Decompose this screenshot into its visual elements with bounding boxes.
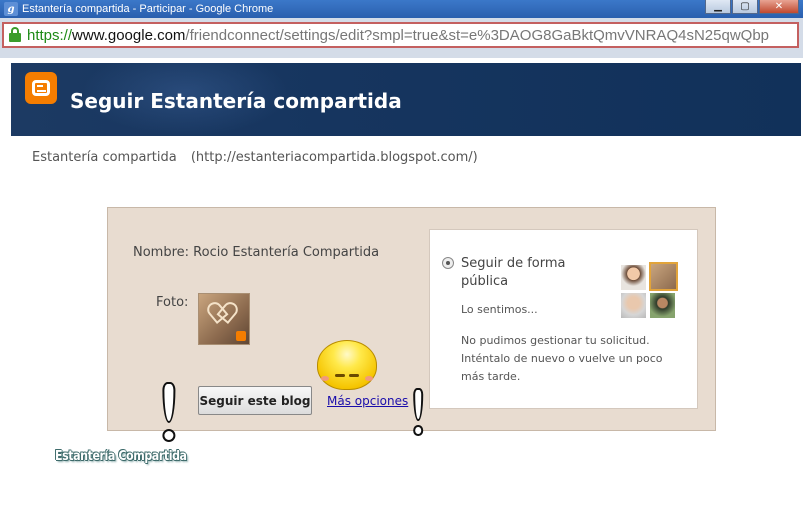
page-title: Seguir Estantería compartida bbox=[70, 89, 402, 113]
photo-label: Foto: bbox=[156, 295, 189, 310]
address-bar: https://www.google.com/friendconnect/set… bbox=[0, 18, 803, 58]
name-value: Rocio Estantería Compartida bbox=[193, 245, 380, 260]
blogger-logo-icon bbox=[25, 72, 57, 104]
watermark-logo: Estantería Compartida bbox=[55, 449, 187, 464]
url-text[interactable]: https://www.google.com/friendconnect/set… bbox=[27, 27, 769, 44]
follower-avatar[interactable] bbox=[650, 293, 675, 318]
blogger-badge-icon bbox=[236, 331, 246, 341]
blog-name: Estantería compartida bbox=[32, 150, 177, 165]
url-path: /friendconnect/settings/edit?smpl=true&s… bbox=[185, 26, 770, 44]
smiley-face-icon bbox=[317, 340, 377, 392]
name-label: Nombre: bbox=[133, 245, 190, 260]
sorry-message: Lo sentimos... bbox=[461, 303, 538, 316]
follower-avatar[interactable] bbox=[621, 293, 646, 318]
exclamation-icon bbox=[158, 382, 180, 442]
follower-thumbnails bbox=[621, 262, 679, 318]
url-host: www.google.com bbox=[72, 26, 186, 44]
follower-avatar-selected[interactable] bbox=[649, 262, 678, 291]
maximize-button[interactable]: ▢ bbox=[732, 0, 758, 14]
public-follow-label[interactable]: Seguir de forma pública bbox=[461, 255, 601, 291]
window-controls: ▁ ▢ ✕ bbox=[705, 0, 799, 14]
blog-info: Estantería compartida (http://estanteria… bbox=[32, 150, 478, 165]
lock-icon[interactable] bbox=[9, 27, 21, 43]
close-button[interactable]: ✕ bbox=[759, 0, 799, 14]
public-follow-radio[interactable] bbox=[442, 257, 454, 269]
blogger-header: Seguir Estantería compartida bbox=[11, 63, 801, 136]
follower-avatar[interactable] bbox=[621, 265, 646, 290]
follow-options-box: Seguir de forma pública Lo sentimos... N… bbox=[429, 229, 698, 409]
window-title: Estantería compartida - Participar - Goo… bbox=[22, 3, 274, 15]
minimize-button[interactable]: ▁ bbox=[705, 0, 731, 14]
more-options-link[interactable]: Más opciones bbox=[327, 394, 408, 408]
profile-photo[interactable] bbox=[198, 293, 250, 345]
chrome-app-icon: g bbox=[4, 2, 18, 16]
blog-url: (http://estanteriacompartida.blogspot.co… bbox=[190, 150, 478, 165]
heart-icon bbox=[213, 304, 235, 322]
error-message: No pudimos gestionar tu solicitud. Intén… bbox=[461, 334, 663, 383]
window-title-bar: g Estantería compartida - Participar - G… bbox=[0, 0, 803, 18]
url-field[interactable]: https://www.google.com/friendconnect/set… bbox=[2, 22, 799, 48]
url-protocol: https:// bbox=[27, 26, 73, 44]
follow-blog-button[interactable]: Seguir este blog bbox=[198, 386, 312, 415]
exclamation-icon bbox=[410, 388, 426, 436]
name-row: Nombre: Rocio Estantería Compartida bbox=[133, 245, 379, 260]
